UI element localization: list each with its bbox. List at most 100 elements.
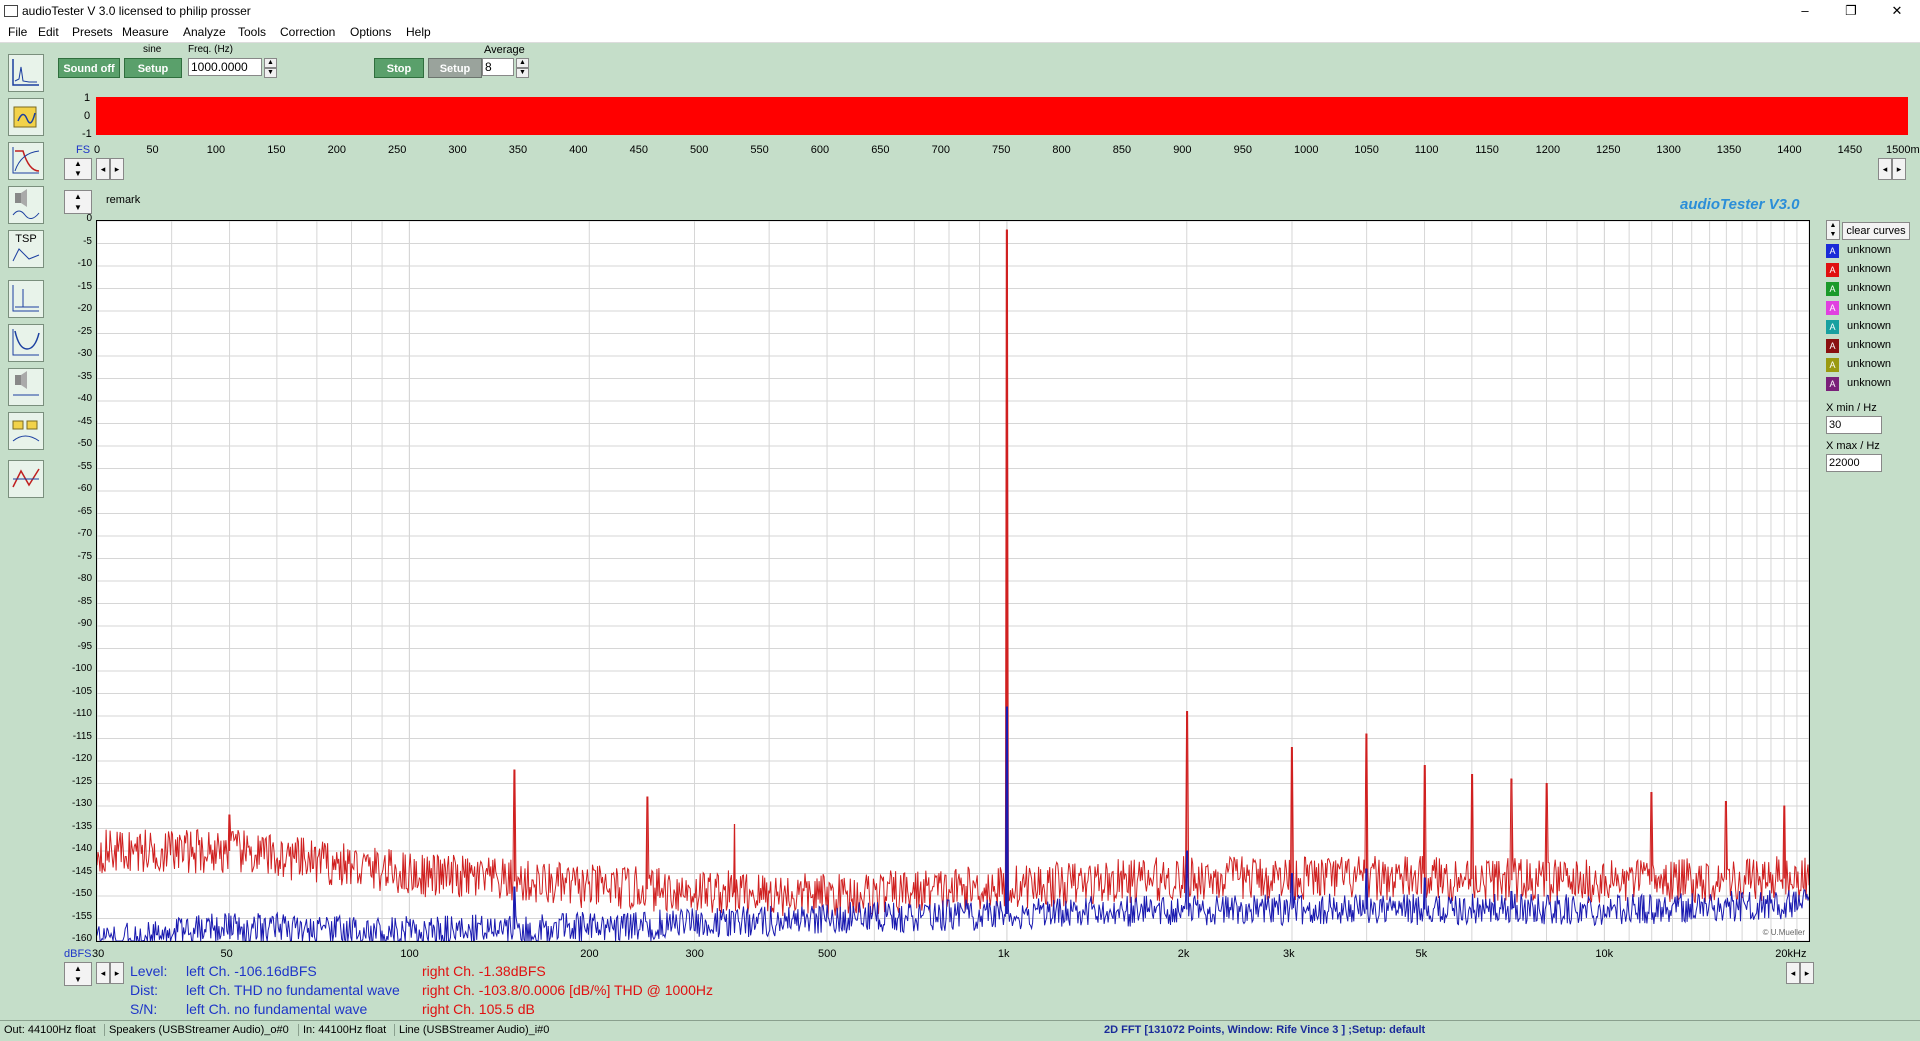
wave-fs-label: FS [76,144,91,156]
wave-x-tick: 1150 [1475,144,1499,156]
curve-color-icon[interactable]: A [1826,377,1839,391]
menu-tools[interactable]: Tools [238,25,266,39]
menu-correction[interactable]: Correction [280,25,335,39]
average-input[interactable]: 8 [482,58,514,76]
wave-x-end-label: 1500m [1886,144,1920,156]
generator-type-label: sine [143,44,162,55]
spectrum-graph: © U.Mueller [96,220,1810,943]
curve-color-icon[interactable]: A [1826,244,1839,258]
wave-x-tick: 900 [1173,144,1192,156]
crossover-icon[interactable] [8,412,44,450]
y-tick-label: -75 [77,550,92,562]
x-tick-label: 3k [1282,948,1295,960]
analyzer-setup-button[interactable]: Setup [428,58,482,78]
tsp-icon[interactable]: TSP [8,230,44,268]
menu-edit[interactable]: Edit [38,25,59,39]
status-speakers: Speakers (USBStreamer Audio)_o#0 [104,1024,289,1036]
generator-setup-button[interactable]: Setup [124,58,182,78]
restore-button[interactable]: ❐ [1828,0,1874,22]
menu-file[interactable]: File [8,25,27,39]
y-tick-label: -70 [77,528,92,539]
status-in: In: 44100Hz float [298,1024,386,1036]
speaker-icon[interactable] [8,186,44,224]
curve-color-icon[interactable]: A [1826,263,1839,277]
wave-x-tick: 1200 [1535,144,1561,156]
y-tick-label: -125 [71,775,92,787]
dist-left-value: left Ch. THD no fundamental wave [186,982,400,998]
wave-x-tick: 700 [931,144,950,156]
wave-x-tick: 1400 [1777,144,1802,156]
wave-right-scroll-left[interactable]: ◂ [1878,158,1892,180]
y-tick-label: -145 [71,865,92,877]
y-tick-label: -160 [71,933,92,944]
menu-analyze[interactable]: Analyze [183,25,226,39]
window-title: audioTester V 3.0 licensed to philip pro… [22,4,251,18]
wave-right-scroll-right[interactable]: ▸ [1892,158,1906,180]
sound-off-button[interactable]: Sound off [58,58,120,78]
title-bar: audioTester V 3.0 licensed to philip pro… [0,0,1920,22]
x-scroll-left[interactable]: ◂ [96,962,110,984]
y-tick-label: -35 [77,370,92,382]
status-bar: Out: 44100Hz float Speakers (USBStreamer… [0,1020,1920,1041]
wave-y-tick-0: 0 [84,110,91,122]
x-tick-label: 50 [220,948,233,960]
speaker-measure-icon[interactable] [8,368,44,406]
wave-x-tick: 200 [327,144,346,156]
wave-x-tick: 600 [810,144,830,156]
y-tick-label: -65 [77,505,92,517]
xmax-input[interactable]: 22000 [1826,454,1882,472]
wave-zoom-spin[interactable]: ▲ ▼ [64,158,92,180]
average-up-icon[interactable]: ▲ [516,58,529,68]
wave-x-tick: 800 [1052,144,1071,156]
minimize-button[interactable]: – [1782,0,1828,22]
readout-spin[interactable]: ▲ ▼ [64,962,92,986]
status-out: Out: 44100Hz float [4,1024,96,1036]
frequency-input[interactable]: 1000.0000 [188,58,262,76]
left-channel-curve [96,706,1810,943]
menu-options[interactable]: Options [350,25,391,39]
x-tick-label: 2k [1177,948,1190,960]
brand-label: audioTester V3.0 [1680,196,1800,213]
wave-scroll-left[interactable]: ◂ [96,158,110,180]
curve-label: unknown [1847,320,1892,332]
y-tick-label: -50 [77,438,92,449]
curve-color-icon[interactable]: A [1826,320,1839,334]
wave-x-tick: 300 [448,144,467,156]
frequency-up-icon[interactable]: ▲ [264,58,277,68]
step-response-icon[interactable] [8,460,44,498]
x-right-scroll-right[interactable]: ▸ [1800,962,1814,984]
wave-scroll-right[interactable]: ▸ [110,158,124,180]
menu-presets[interactable]: Presets [72,25,113,39]
generator-icon[interactable] [8,98,44,136]
menu-help[interactable]: Help [406,25,431,39]
curve-color-icon[interactable]: A [1826,339,1839,353]
y-tick-label: -115 [72,730,92,742]
fft-view-icon[interactable] [8,54,44,92]
stop-button[interactable]: Stop [374,58,424,78]
frequency-down-icon[interactable]: ▼ [264,68,277,78]
wave-x-tick: 1300 [1656,144,1681,156]
y-tick-label: -85 [77,595,92,607]
curve-color-icon[interactable]: A [1826,282,1839,296]
xmin-input[interactable]: 30 [1826,416,1882,434]
wave-x-tick: 1000 [1294,144,1319,156]
curve-color-icon[interactable]: A [1826,301,1839,315]
remark-label: remark [106,194,141,206]
x-scroll-right[interactable]: ▸ [110,962,124,984]
curve-color-icon[interactable]: A [1826,358,1839,372]
x-right-scroll-left[interactable]: ◂ [1786,962,1800,984]
graph-zoom-spin[interactable]: ▲ ▼ [64,190,92,214]
average-down-icon[interactable]: ▼ [516,68,529,78]
filter-icon[interactable] [8,142,44,180]
curve-label: unknown [1847,282,1892,294]
menu-measure[interactable]: Measure [122,25,169,39]
frequency-response-icon[interactable] [8,324,44,362]
legend-spin[interactable]: ▲ ▼ [1826,220,1840,240]
status-line: Line (USBStreamer Audio)_i#0 [394,1024,549,1036]
impulse-icon[interactable] [8,280,44,318]
x-tick-label: 10k [1595,948,1614,960]
clear-curves-button[interactable]: clear curves [1842,222,1910,240]
sn-right-value: right Ch. 105.5 dB [422,1001,535,1017]
close-button[interactable]: ✕ [1874,0,1920,22]
wave-x-tick: 150 [267,144,286,156]
